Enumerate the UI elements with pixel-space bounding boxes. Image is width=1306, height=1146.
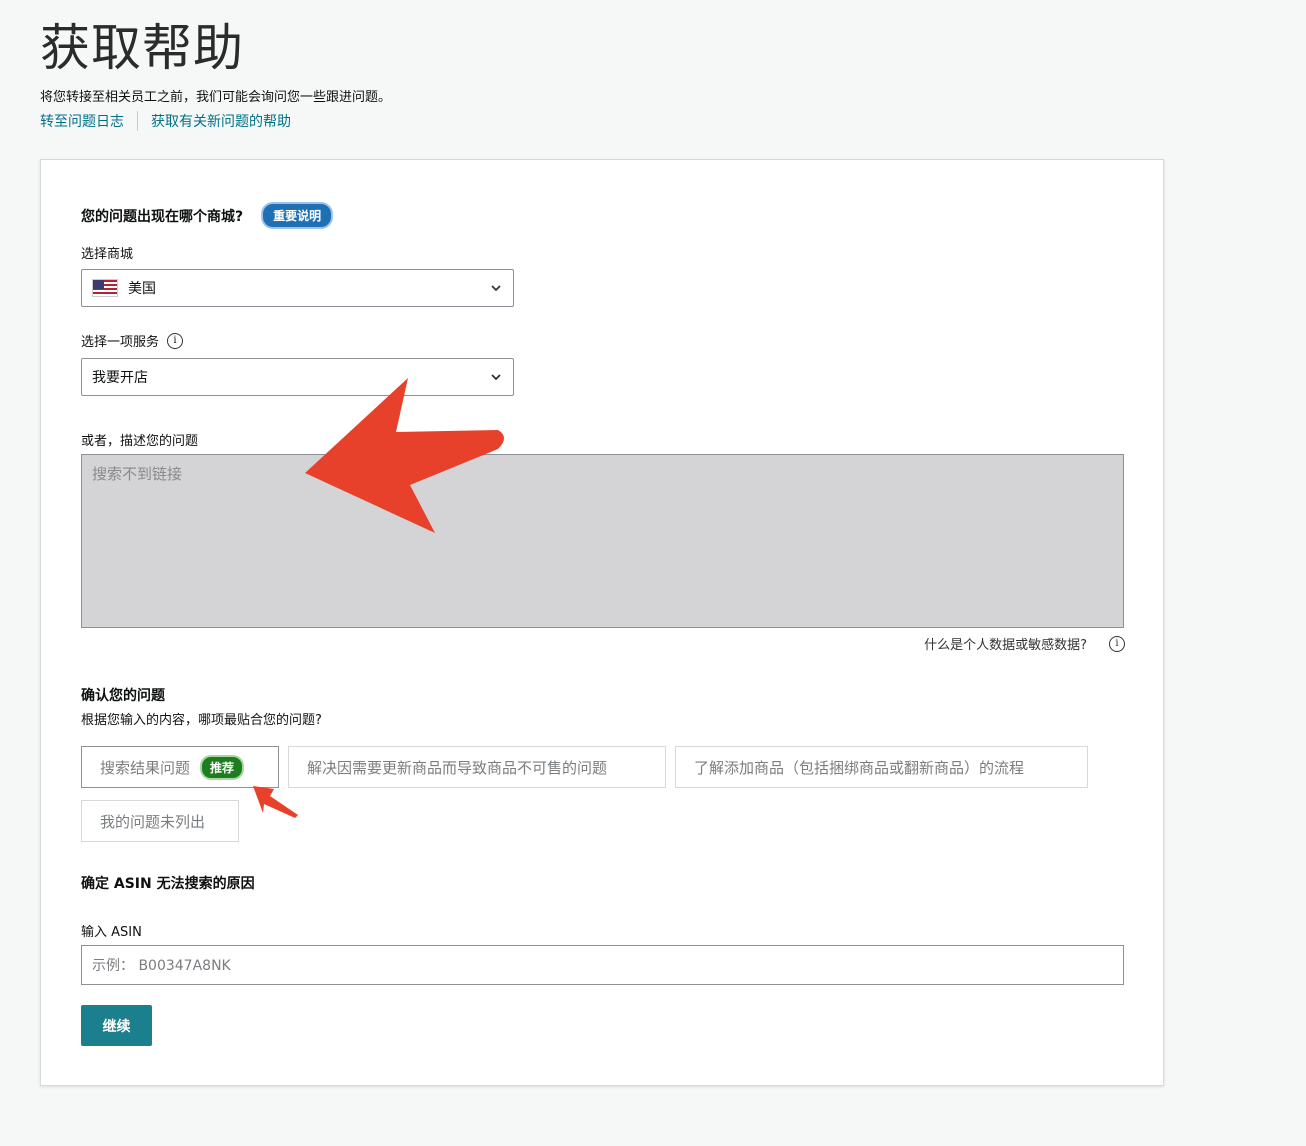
marketplace-select[interactable]: 美国 xyxy=(81,269,514,307)
confirm-issue-subtitle: 根据您输入的内容，哪项最贴合您的问题? xyxy=(81,713,322,728)
privacy-info-row: 什么是个人数据或敏感数据? i xyxy=(924,634,1125,653)
asin-label: 输入 ASIN xyxy=(81,925,142,940)
page-subtitle: 将您转接至相关员工之前，我们可能会询问您一些跟进问题。 xyxy=(40,90,392,105)
option-label: 了解添加商品（包括捆绑商品或翻新商品）的流程 xyxy=(694,758,1025,777)
service-selected-value: 我要开店 xyxy=(92,370,148,386)
marketplace-label: 选择商城 xyxy=(81,247,134,262)
link-divider xyxy=(137,111,138,131)
option-not-listed[interactable]: 我的问题未列出 xyxy=(81,800,239,842)
service-label: 选择一项服务 xyxy=(81,335,160,350)
option-label: 搜索结果问题 xyxy=(100,758,191,777)
asin-section-title: 确定 ASIN 无法搜索的原因 xyxy=(81,876,255,892)
option-search-results[interactable]: 搜索结果问题 推荐 xyxy=(81,746,279,788)
info-icon[interactable]: i xyxy=(167,332,184,349)
asin-input[interactable]: 示例： B00347A8NK xyxy=(81,945,1124,985)
option-label: 我的问题未列出 xyxy=(100,812,206,831)
confirm-issue-title: 确认您的问题 xyxy=(81,688,165,704)
describe-label: 或者，描述您的问题 xyxy=(81,434,199,449)
important-note-badge[interactable]: 重要说明 xyxy=(261,202,334,229)
new-issue-help-link[interactable]: 获取有关新问题的帮助 xyxy=(151,111,291,131)
continue-button[interactable]: 继续 xyxy=(81,1005,152,1046)
annotation-arrow-small xyxy=(253,786,298,818)
help-form-card: 您的问题出现在哪个商城? 重要说明 选择商城 美国 选择一项服务 i 我要开店 … xyxy=(40,159,1164,1086)
us-flag-icon xyxy=(92,279,118,297)
option-label: 解决因需要更新商品而导致商品不可售的问题 xyxy=(307,758,608,777)
chevron-down-icon xyxy=(491,285,501,292)
describe-issue-textarea[interactable]: 搜索不到链接 xyxy=(81,454,1124,628)
marketplace-selected-value: 美国 xyxy=(128,281,156,297)
header-links: 转至问题日志 获取有关新问题的帮助 xyxy=(40,111,291,131)
page-title: 获取帮助 xyxy=(40,19,244,77)
marketplace-question-row: 您的问题出现在哪个商城? 重要说明 xyxy=(81,202,334,229)
issue-log-link[interactable]: 转至问题日志 xyxy=(40,111,124,131)
marketplace-question: 您的问题出现在哪个商城? xyxy=(81,208,244,225)
option-unsellable-listing[interactable]: 解决因需要更新商品而导致商品不可售的问题 xyxy=(288,746,666,788)
privacy-link[interactable]: 什么是个人数据或敏感数据? xyxy=(924,634,1087,653)
recommended-badge: 推荐 xyxy=(200,754,245,780)
service-label-row: 选择一项服务 i xyxy=(81,331,184,350)
option-add-products[interactable]: 了解添加商品（包括捆绑商品或翻新商品）的流程 xyxy=(675,746,1088,788)
annotation-arrow-large xyxy=(305,378,504,533)
info-icon[interactable]: i xyxy=(1109,635,1125,652)
